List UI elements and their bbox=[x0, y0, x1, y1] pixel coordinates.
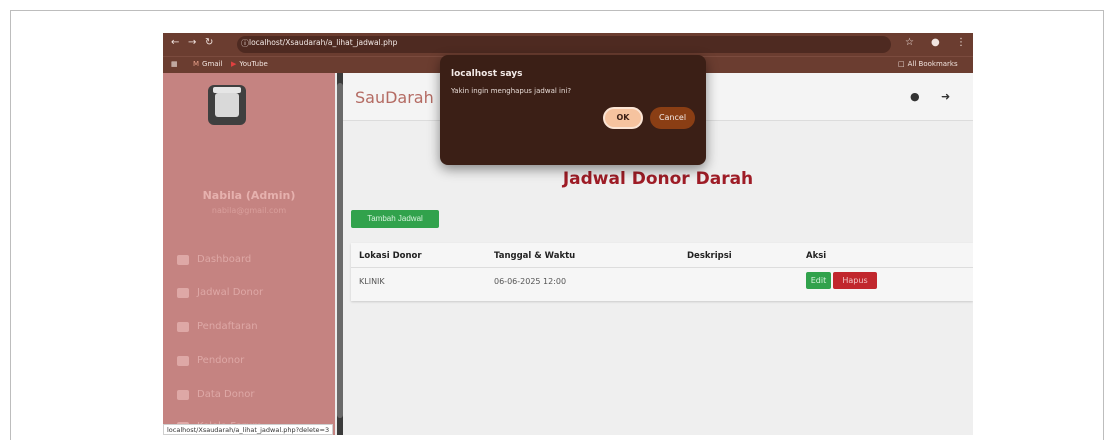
gmail-icon: M bbox=[193, 60, 200, 68]
youtube-icon: ▶ bbox=[231, 60, 237, 68]
clipboard-icon bbox=[177, 321, 189, 332]
bookmark-youtube[interactable]: ▶ YouTube bbox=[231, 60, 268, 68]
column-header-lokasi: Lokasi Donor bbox=[359, 251, 422, 261]
logo bbox=[208, 85, 246, 125]
screenshot-frame: ← → ↻ ⓘ localhost/Xsaudarah/a_lihat_jadw… bbox=[10, 10, 1104, 440]
star-icon[interactable]: ☆ bbox=[905, 37, 914, 48]
brand-title: SauDarah U bbox=[355, 88, 451, 107]
all-bookmarks[interactable]: □ All Bookmarks bbox=[898, 60, 958, 68]
logout-icon[interactable]: ➜ bbox=[941, 90, 950, 103]
schedule-table: Lokasi Donor Tanggal & Waktu Deskripsi A… bbox=[351, 243, 973, 301]
column-header-aksi: Aksi bbox=[806, 251, 827, 261]
apps-grid-icon[interactable]: ▦ bbox=[171, 60, 178, 68]
ok-button[interactable]: OK bbox=[603, 107, 643, 129]
link-status-url: localhost/Xsaudarah/a_lihat_jadwal.php?d… bbox=[163, 424, 334, 435]
browser-window: ← → ↻ ⓘ localhost/Xsaudarah/a_lihat_jadw… bbox=[163, 33, 973, 435]
user-icon[interactable]: ● bbox=[910, 90, 920, 103]
calendar-icon bbox=[177, 287, 189, 298]
page-title: Jadwal Donor Darah bbox=[562, 169, 754, 189]
column-header-deskripsi: Deskripsi bbox=[687, 251, 732, 261]
profile-avatar-icon[interactable]: ● bbox=[931, 37, 940, 48]
sidebar-item-pendaftaran[interactable]: Pendaftaran bbox=[177, 321, 258, 332]
menu-dots-icon[interactable]: ⋮ bbox=[956, 37, 966, 48]
browser-toolbar: ← → ↻ ⓘ localhost/Xsaudarah/a_lihat_jadw… bbox=[163, 33, 973, 56]
dialog-title: localhost says bbox=[451, 69, 523, 79]
user-email: nabila@gmail.com bbox=[211, 206, 287, 215]
users-icon bbox=[177, 355, 189, 366]
sidebar-item-pendonor[interactable]: Pendonor bbox=[177, 355, 244, 366]
cell-tanggal: 06-06-2025 12:00 bbox=[494, 277, 567, 286]
dialog-message: Yakin ingin menghapus jadwal ini? bbox=[451, 87, 572, 95]
site-info-icon[interactable]: ⓘ bbox=[241, 38, 249, 49]
confirm-dialog: localhost says Yakin ingin menghapus jad… bbox=[440, 55, 706, 165]
home-icon bbox=[177, 254, 189, 265]
cancel-button[interactable]: Cancel bbox=[650, 107, 695, 129]
bookmark-gmail[interactable]: M Gmail bbox=[193, 60, 222, 68]
add-schedule-button[interactable]: Tambah Jadwal bbox=[351, 210, 439, 228]
database-icon bbox=[177, 389, 189, 400]
edit-button[interactable]: Edit bbox=[806, 272, 831, 289]
back-arrow-icon[interactable]: ← bbox=[171, 37, 179, 48]
user-name: Nabila (Admin) bbox=[202, 189, 296, 202]
column-header-tanggal: Tanggal & Waktu bbox=[494, 251, 576, 261]
url-text: localhost/Xsaudarah/a_lihat_jadwal.php bbox=[249, 38, 398, 47]
reload-icon[interactable]: ↻ bbox=[205, 37, 213, 48]
sidebar-item-dashboard[interactable]: Dashboard bbox=[177, 254, 251, 265]
cell-lokasi: KLINIK bbox=[359, 277, 385, 286]
sidebar: Nabila (Admin) nabila@gmail.com Dashboar… bbox=[163, 73, 335, 435]
delete-button[interactable]: Hapus bbox=[833, 272, 877, 289]
sidebar-item-jadwal-donor[interactable]: Jadwal Donor bbox=[177, 287, 263, 298]
forward-arrow-icon[interactable]: → bbox=[188, 37, 196, 48]
sidebar-item-data-donor[interactable]: Data Donor bbox=[177, 389, 254, 400]
folder-icon: □ bbox=[898, 60, 905, 68]
